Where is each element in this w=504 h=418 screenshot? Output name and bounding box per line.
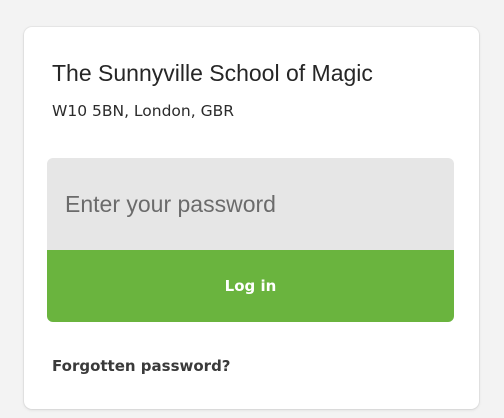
school-address: W10 5BN, London, GBR [52, 102, 235, 120]
login-card: The Sunnyville School of Magic W10 5BN, … [24, 27, 479, 409]
login-button[interactable]: Log in [47, 250, 454, 322]
school-name: The Sunnyville School of Magic [52, 60, 373, 86]
forgotten-password-link[interactable]: Forgotten password? [52, 357, 231, 375]
login-form: Log in [47, 158, 454, 322]
password-input[interactable] [47, 158, 454, 250]
